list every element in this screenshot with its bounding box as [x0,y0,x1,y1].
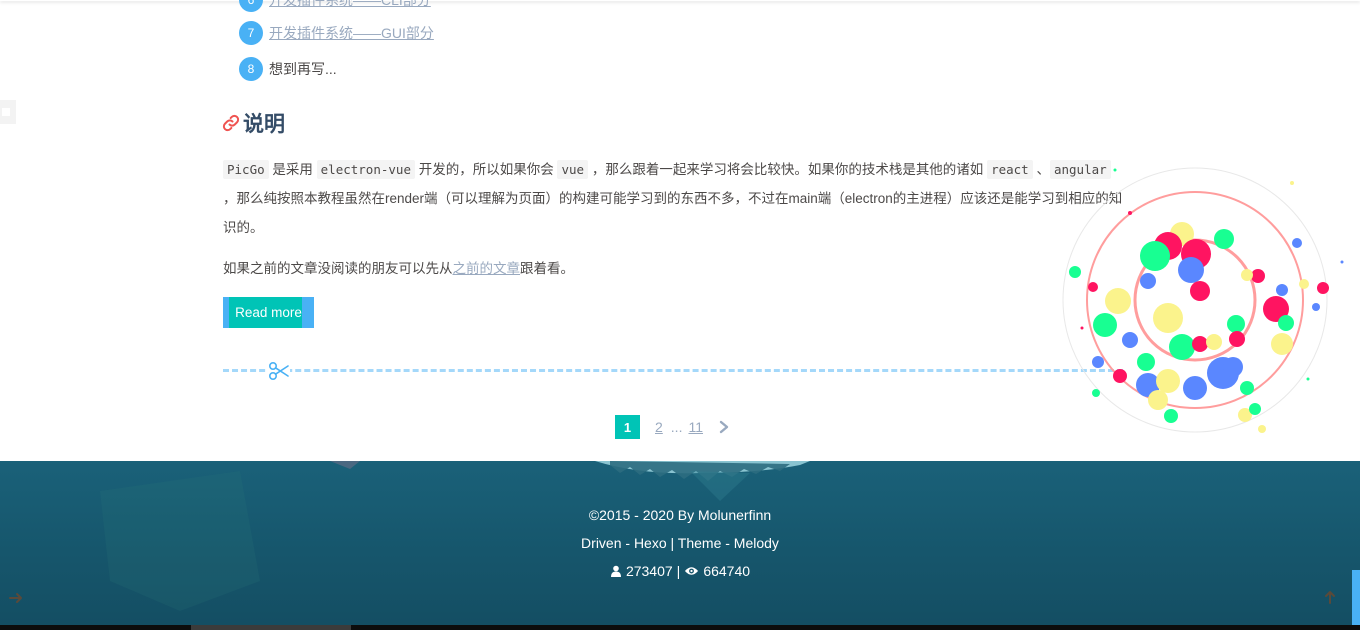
right-edge-tab[interactable] [1352,570,1360,625]
toc-number: 8 [239,57,263,81]
view-count: 664740 [703,563,751,579]
toc-link[interactable]: 开发插件系统——GUI部分 [269,23,434,43]
toc-number: 7 [239,21,263,45]
top-shadow [0,0,1360,1]
inline-code: PicGo [223,160,269,179]
text: 开发的，所以如果你会 [414,162,558,177]
text: ，那么跟着一起来学习将会比较快。如果你的技术栈是其他的诸如 [588,162,988,177]
arrow-up-icon[interactable] [1322,589,1338,605]
eye-icon [685,567,699,575]
visitor-count: 273407 [625,563,673,579]
toc-number: 6 [239,0,263,12]
bottom-bar [0,625,1360,630]
page-2-link[interactable]: 2 [655,419,663,435]
toc-item-6[interactable]: 6 开发插件系统——CLI部分 [239,0,431,12]
inline-code: vue [557,160,589,179]
paragraph-intro: PicGo 是采用 electron-vue 开发的，所以如果你会 vue ，那… [223,155,1123,242]
toc-item-8: 8 想到再写... [239,57,337,81]
fireworks-animation [1062,167,1344,433]
footer-stats: 273407 | 664740 [0,563,1360,579]
text: 是采用 [268,162,317,177]
inline-code: electron-vue [316,160,415,179]
page-last-link[interactable]: 11 [688,419,703,435]
text: 如果之前的文章没阅读的朋友可以先从 [223,261,453,276]
page-current[interactable]: 1 [615,415,640,439]
paragraph-previous: 如果之前的文章没阅读的朋友可以先从之前的文章跟着看。 [223,254,1123,283]
arrow-right-icon[interactable] [8,590,24,606]
scissors-icon [268,361,290,381]
footer-copyright: ©2015 - 2020 By Molunerfinn [588,507,772,523]
pagination: 1 2 ... 11 [615,415,731,439]
page-ellipsis: ... [670,419,683,435]
left-edge-tab[interactable] [0,100,16,124]
previous-article-link[interactable]: 之前的文章 [453,261,521,276]
footer-driven: Driven - Hexo | Theme - Melody [581,535,779,551]
toc-link[interactable]: 开发插件系统——CLI部分 [269,0,431,10]
toc-text: 想到再写... [269,61,337,77]
site-footer: ©2015 - 2020 By Molunerfinn Driven - Hex… [0,461,1360,625]
link-icon[interactable] [222,114,240,132]
heading-title: 说明 [243,113,285,136]
read-more-button[interactable]: Read more [223,297,314,328]
post-divider [223,369,1123,372]
toc-item-7[interactable]: 7 开发插件系统——GUI部分 [239,21,434,45]
section-heading: 说明 [222,108,285,138]
chevron-right-icon[interactable] [717,420,731,434]
inline-code: react [987,160,1033,179]
text: 跟着看。 [520,261,574,276]
stats-separator: | [676,563,681,579]
text: ，那么纯按照本教程虽然在render端（可以理解为页面）的构建可能学习到的东西不… [223,191,1123,235]
user-icon [610,565,621,577]
